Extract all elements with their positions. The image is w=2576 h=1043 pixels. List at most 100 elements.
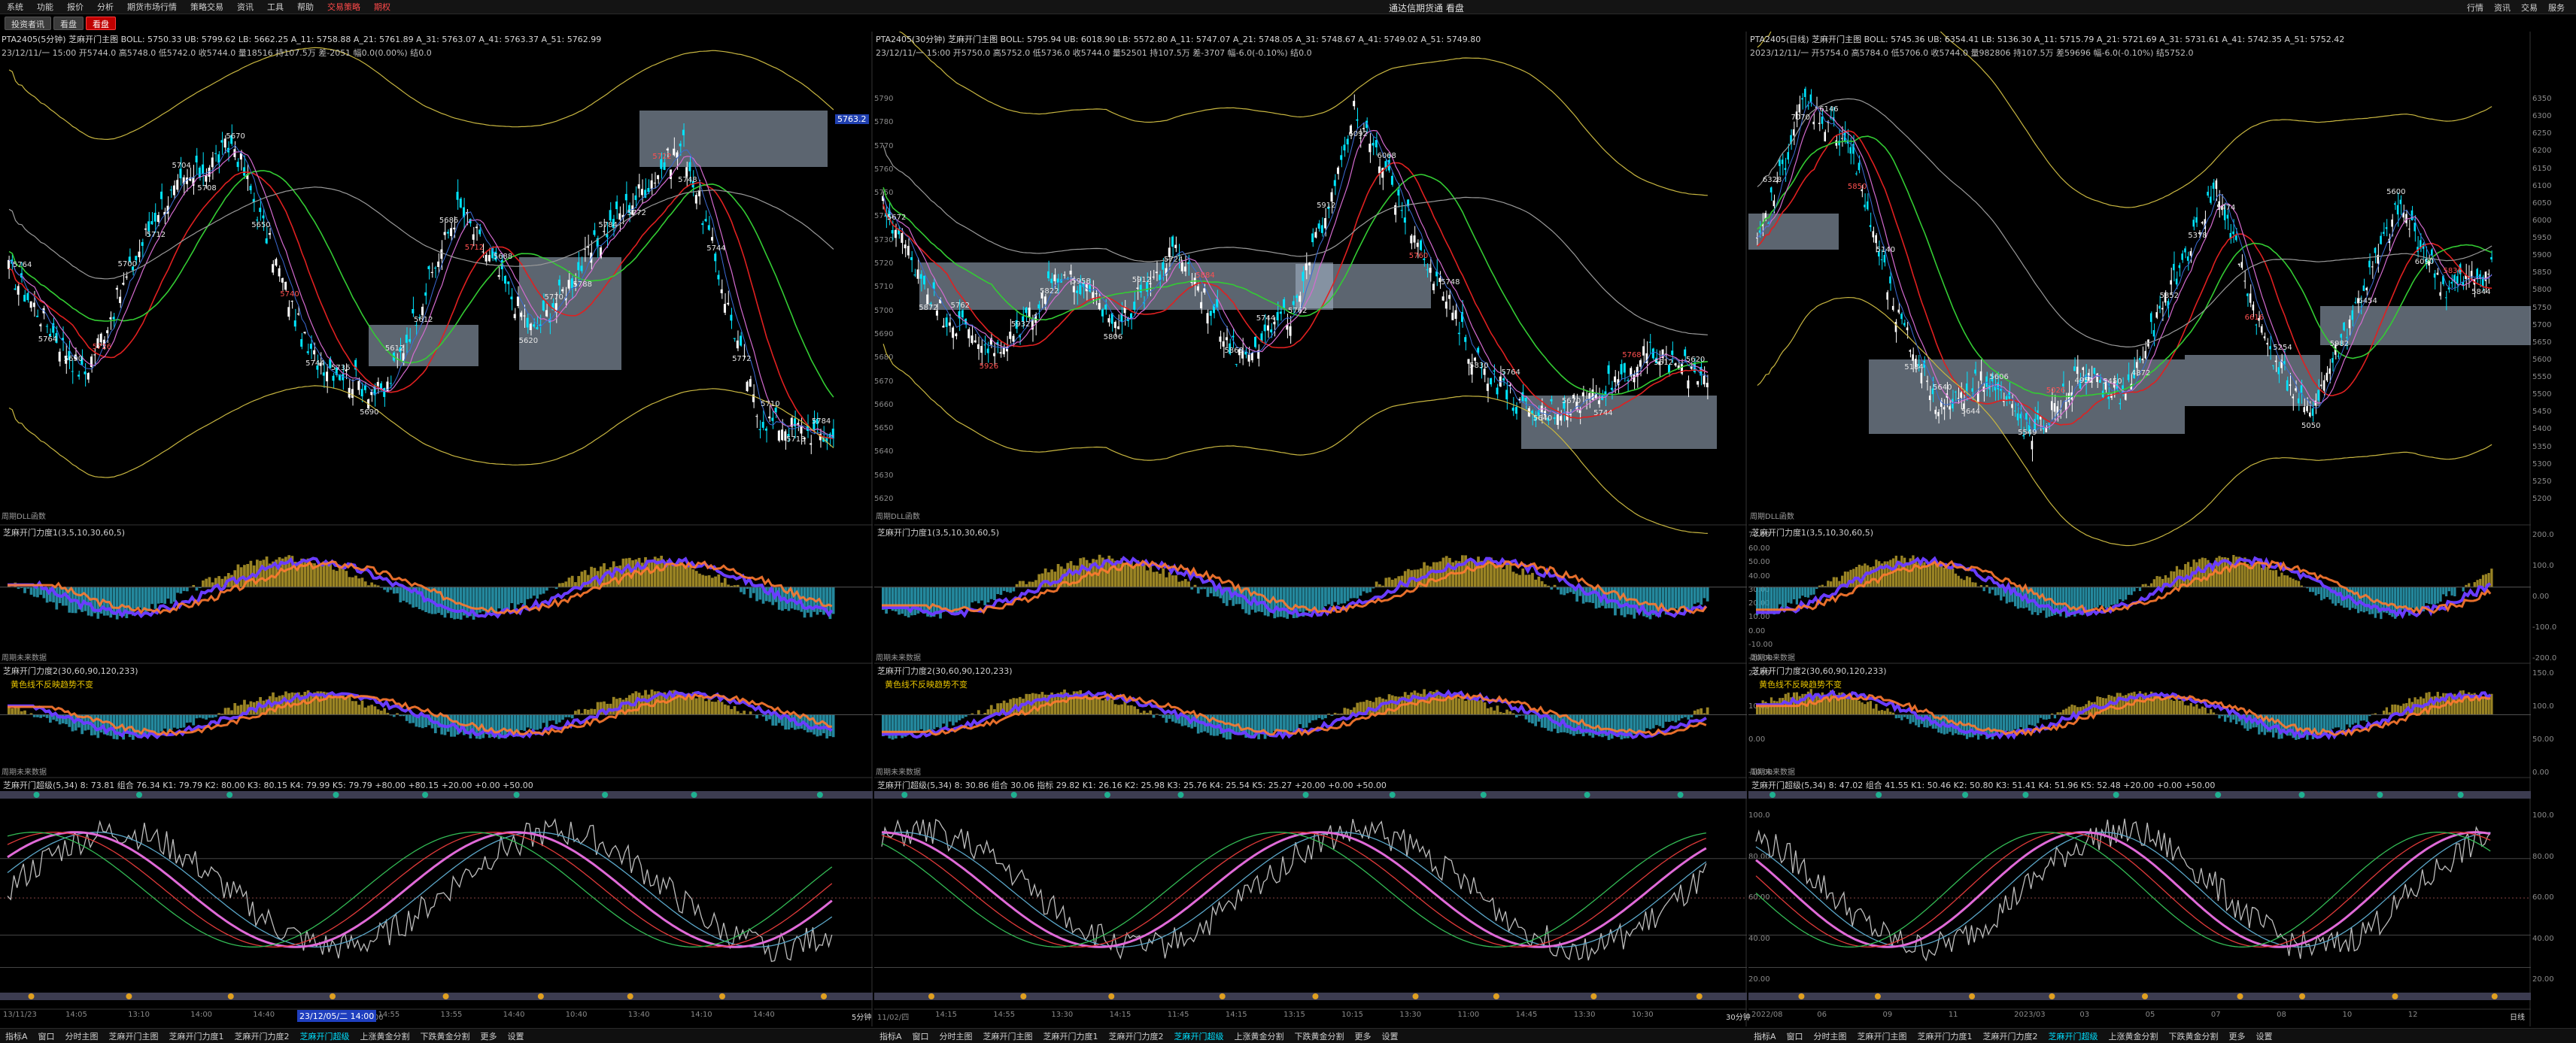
price-label: 5672 xyxy=(887,214,906,222)
price-label: 5764 xyxy=(1501,368,1520,377)
bottom-tab[interactable]: 设置 xyxy=(1377,1030,1404,1042)
bottom-tab[interactable]: 芝麻开门超级 xyxy=(295,1030,355,1042)
time-axis-label: 13:30 xyxy=(1399,1011,1421,1019)
bottom-tab[interactable]: 指标A xyxy=(1748,1030,1782,1042)
time-axis-label: 13:30 xyxy=(1574,1011,1596,1019)
price-axis-tick: 6100 xyxy=(2532,182,2551,190)
price-label: 5549 xyxy=(2018,429,2037,437)
indicator1-title: 芝麻开门力度1(3,5,10,30,60,5) xyxy=(877,526,999,538)
price-label: 5026 xyxy=(2046,387,2065,395)
bottom-tab[interactable]: 设置 xyxy=(2251,1030,2278,1042)
tab-investor-news[interactable]: 投资者讯 xyxy=(5,17,51,30)
menu-item-help[interactable]: 帮助 xyxy=(290,1,320,13)
indicator3-axis-tick: 100.0 xyxy=(2532,811,2554,820)
bottom-tab[interactable]: 下跌黄金分割 xyxy=(2164,1030,2224,1042)
price-label: 5620 xyxy=(519,337,538,345)
price-label: 5700 xyxy=(118,260,137,268)
menu-item-system[interactable]: 系统 xyxy=(0,1,30,13)
price-axis-tick: 5300 xyxy=(2532,460,2551,468)
menu-item-info[interactable]: 资讯 xyxy=(230,1,260,13)
bottom-tab[interactable]: 分时主图 xyxy=(1809,1030,1852,1042)
price-label: 5724 xyxy=(1164,256,1183,264)
bottom-tab[interactable]: 窗口 xyxy=(1782,1030,1809,1042)
price-axis-tick: 5750 xyxy=(2532,304,2551,312)
price-axis-tick: 5900 xyxy=(2532,251,2551,259)
bottom-tabs: 指标A窗口分时主图芝麻开门主图芝麻开门力度1芝麻开门力度2芝麻开门超级上涨黄金分… xyxy=(1748,1030,2278,1042)
tab-view-1[interactable]: 看盘 xyxy=(53,17,84,30)
bottom-tab[interactable]: 下跌黄金分割 xyxy=(415,1030,475,1042)
price-label: 5688 xyxy=(494,253,512,261)
right-menu-info[interactable]: 资讯 xyxy=(2489,2,2516,14)
bottom-tab[interactable]: 更多 xyxy=(475,1030,503,1042)
price-label: 5748 xyxy=(678,176,697,184)
bottom-tab[interactable]: 指标A xyxy=(874,1030,907,1042)
bottom-tab[interactable]: 更多 xyxy=(1350,1030,1377,1042)
price-label: 5600 xyxy=(2386,188,2405,196)
chart-panel-30min[interactable]: 5672587257625926593258225958580659125724… xyxy=(874,32,1738,1026)
menu-item-strategy-trade[interactable]: 策略交易 xyxy=(184,1,230,13)
chart-header: PTA2405(30分钟) 芝麻开门主图 BOLL: 5795.94 UB: 6… xyxy=(876,33,1481,45)
main-note: 周期DLL函数 xyxy=(2,510,46,521)
menu-item-trade-strategy[interactable]: 交易策略 xyxy=(320,1,367,13)
bottom-tab[interactable]: 芝麻开门主图 xyxy=(104,1030,164,1042)
chart-panel-daily[interactable]: 6328707061465850514051845640564456065549… xyxy=(1748,32,2576,1026)
indicator2-title: 芝麻开门力度2(30,60,90,120,233) xyxy=(877,665,1013,677)
right-menu-service[interactable]: 服务 xyxy=(2543,2,2570,14)
bottom-tab[interactable]: 芝麻开门力度2 xyxy=(229,1030,295,1042)
chart-canvas[interactable] xyxy=(0,32,873,1026)
bottom-tab[interactable]: 设置 xyxy=(503,1030,530,1042)
time-axis-label: 2022/08 xyxy=(1751,1011,1783,1019)
price-label: 5762 xyxy=(951,302,970,310)
menu-item-analysis[interactable]: 分析 xyxy=(90,1,120,13)
price-label: 5784 xyxy=(598,221,617,229)
menu-item-options[interactable]: 期权 xyxy=(367,1,397,13)
bottom-tab[interactable]: 指标A xyxy=(0,1030,33,1042)
menu-item-quote[interactable]: 报价 xyxy=(60,1,90,13)
chart-header: PTA2405(5分钟) 芝麻开门主图 BOLL: 5750.33 UB: 57… xyxy=(2,33,601,45)
time-axis-label: 13:30 xyxy=(1051,1011,1073,1019)
time-axis-label: 14:55 xyxy=(378,1011,399,1019)
price-label: 5850 xyxy=(1848,183,1867,191)
time-axis-label: 14:10 xyxy=(691,1011,712,1019)
menu-item-function[interactable]: 功能 xyxy=(30,1,60,13)
indicator3-axis-tick: 20.00 xyxy=(2532,975,2554,984)
bottom-tab[interactable]: 更多 xyxy=(2224,1030,2251,1042)
bottom-tab[interactable]: 芝麻开门主图 xyxy=(1852,1030,1912,1042)
right-menu-quotes[interactable]: 行情 xyxy=(2462,2,2489,14)
price-label: 5704 xyxy=(172,162,190,170)
price-axis-tick: 5350 xyxy=(2532,443,2551,451)
time-axis-label: 10:30 xyxy=(1632,1011,1654,1019)
indicator2-axis-tick: 0.00 xyxy=(2532,769,2549,777)
chart-header: PTA2405(日线) 芝麻开门主图 BOLL: 5745.36 UB: 635… xyxy=(1750,33,2344,45)
bottom-tab[interactable]: 窗口 xyxy=(907,1030,934,1042)
chart-panel-5min[interactable]: 5764576456905726570057125704570856705650… xyxy=(0,32,864,1026)
chart-canvas[interactable] xyxy=(874,32,1747,1026)
right-menu-trade[interactable]: 交易 xyxy=(2516,2,2543,14)
bottom-tab[interactable]: 分时主图 xyxy=(934,1030,978,1042)
bottom-tab[interactable]: 芝麻开门力度1 xyxy=(1912,1030,1978,1042)
time-axis-label: 08 xyxy=(2277,1011,2286,1019)
bottom-tab[interactable]: 芝麻开门力度1 xyxy=(1038,1030,1104,1042)
bottom-tab[interactable]: 上涨黄金分割 xyxy=(355,1030,415,1042)
price-label: 5254 xyxy=(2273,344,2292,352)
bottom-tab[interactable]: 上涨黄金分割 xyxy=(1229,1030,1290,1042)
menu-item-futures-market[interactable]: 期货市场行情 xyxy=(120,1,184,13)
bottom-tab[interactable]: 下跌黄金分割 xyxy=(1290,1030,1350,1042)
tab-view-2[interactable]: 看盘 xyxy=(86,17,116,30)
bottom-tab[interactable]: 芝麻开门力度1 xyxy=(164,1030,229,1042)
bottom-tab[interactable]: 芝麻开门力度2 xyxy=(1104,1030,1169,1042)
bottom-tab[interactable]: 芝麻开门超级 xyxy=(2043,1030,2104,1042)
menu-item-tools[interactable]: 工具 xyxy=(260,1,290,13)
price-label: 5670 xyxy=(1562,397,1581,405)
indicator1-title: 芝麻开门力度1(3,5,10,30,60,5) xyxy=(3,526,125,538)
bottom-tab[interactable]: 分时主图 xyxy=(60,1030,104,1042)
price-label: 5744 xyxy=(1256,314,1275,323)
bottom-tab[interactable]: 芝麻开门超级 xyxy=(1169,1030,1229,1042)
bottom-tab[interactable]: 芝麻开门主图 xyxy=(978,1030,1038,1042)
price-axis-tick: 6000 xyxy=(2532,217,2551,225)
bottom-tab[interactable]: 上涨黄金分割 xyxy=(2104,1030,2164,1042)
bottom-tab[interactable]: 窗口 xyxy=(33,1030,60,1042)
bottom-tab[interactable]: 芝麻开门力度2 xyxy=(1978,1030,2043,1042)
price-label: 5744 xyxy=(1593,409,1612,417)
time-axis-label: 14:55 xyxy=(993,1011,1015,1019)
